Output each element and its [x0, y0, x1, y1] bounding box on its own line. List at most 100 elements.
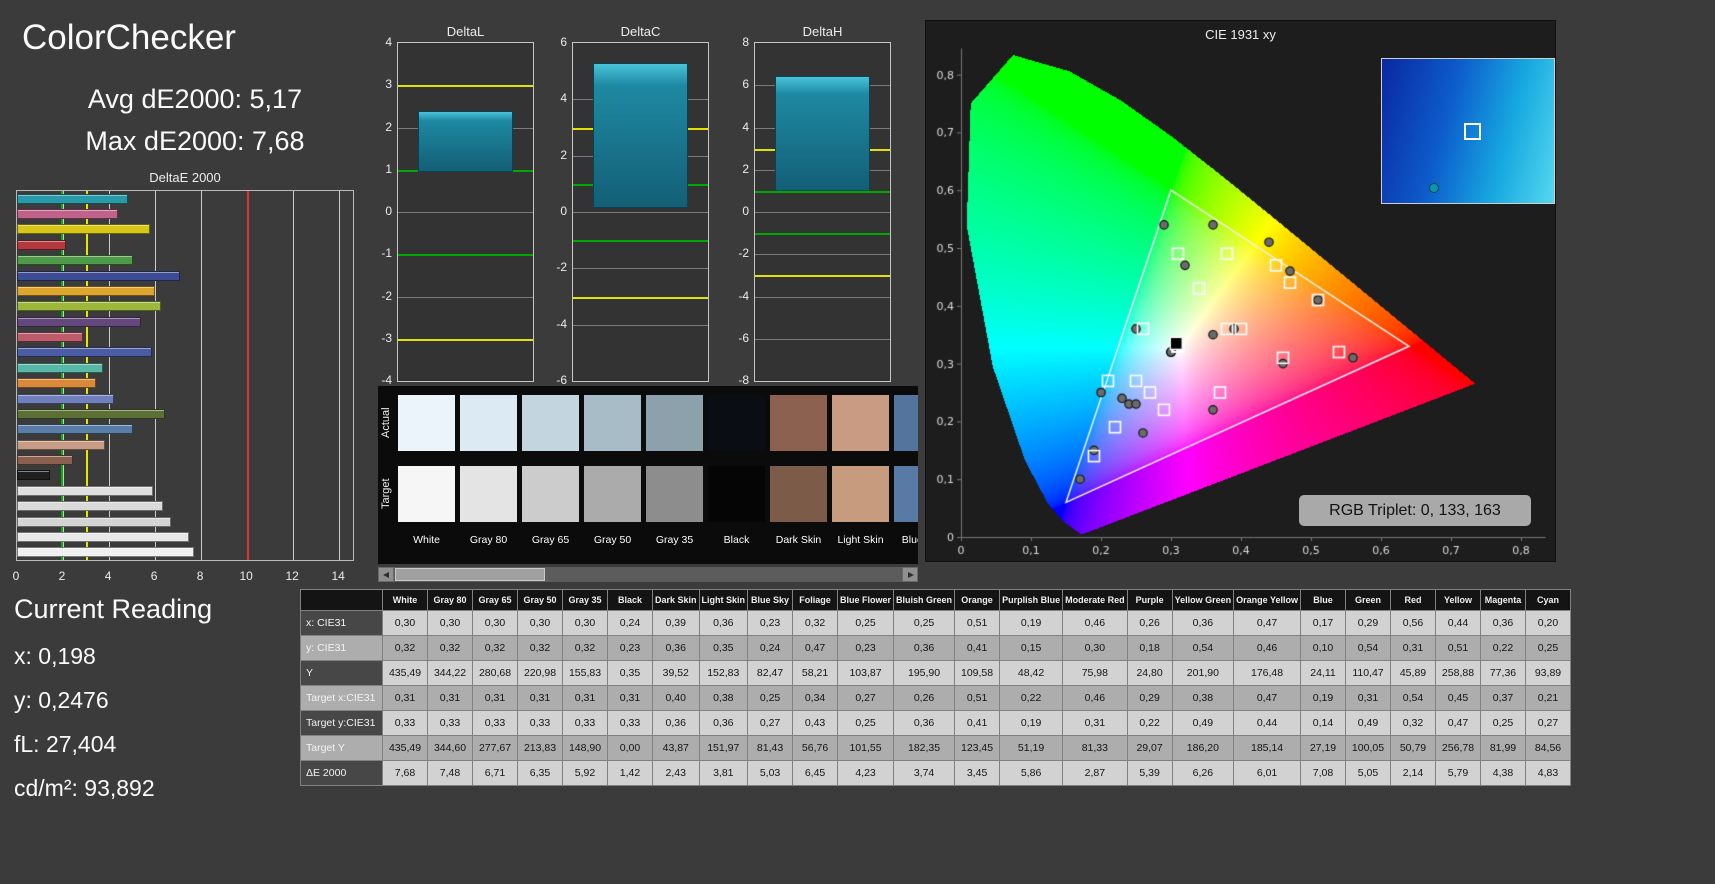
table-cell: 0,25: [1479, 710, 1526, 736]
table-cell: 277,67: [472, 735, 518, 761]
cie-panel: CIE 1931 xy RGB Triplet: 0, 133, 163: [925, 20, 1556, 562]
de-bar-blue: [17, 270, 180, 281]
swatch-actual-black: [708, 395, 765, 451]
deltae-x-axis: 0 2 4 6 8 10 12 14: [13, 567, 352, 585]
y-axis-tick-label: 2: [742, 161, 749, 176]
table-cell: 256,78: [1434, 735, 1481, 761]
swatch-column-label: Gray 80: [469, 534, 508, 546]
chart-title: DeltaE 2000: [149, 170, 221, 185]
reference-line: [755, 190, 890, 193]
column-header-purple: Purple: [1126, 589, 1173, 611]
table-cell: 151,97: [698, 735, 749, 761]
table-cell: 3,81: [698, 760, 749, 786]
row-label: y: CIE31: [300, 635, 383, 661]
y-axis-tick-label: -3: [381, 330, 392, 345]
scroll-right-button[interactable]: [902, 567, 918, 582]
chart-title: DeltaL: [446, 24, 485, 39]
de-bar-green: [17, 255, 134, 266]
table-cell: 56,76: [792, 735, 839, 761]
table-cell: 0,54: [1171, 635, 1235, 661]
table-cell: 39,52: [652, 660, 700, 686]
chart-title: DeltaC: [620, 24, 661, 39]
measured-marker-icon: [1429, 183, 1439, 193]
y-axis-tick-label: 2: [385, 119, 392, 134]
y-axis-tick-label: 8: [742, 35, 749, 49]
column-header-yellow: Yellow: [1434, 589, 1481, 611]
x-axis-tick-label: 2: [58, 569, 66, 583]
table-cell: 24,80: [1126, 660, 1173, 686]
table-cell: 280,68: [472, 660, 518, 686]
delta-range-bar: [593, 62, 688, 208]
column-header-light-skin: Light Skin: [698, 589, 749, 611]
row-label: ΔE 2000: [300, 760, 383, 786]
table-cell: 0,25: [837, 710, 895, 736]
x-axis-tick-label: 6: [150, 569, 158, 583]
gridline: [573, 268, 708, 270]
table-cell: 6,35: [517, 760, 563, 786]
table-row: Target y:CIE31 0,33 0,33 0,33 0,33 0,33 0,33 0,…: [300, 710, 1571, 736]
table-cell: 0,30: [517, 610, 563, 636]
swatch-target-blue-sky: [894, 466, 918, 522]
de-bar-magenta: [17, 209, 118, 220]
table-cell: 5,03: [747, 760, 794, 786]
table-cell: 0,44: [1233, 710, 1301, 736]
scrollbar-thumb[interactable]: [395, 568, 545, 581]
y-axis-tick-label: 0: [742, 204, 749, 218]
table-cell: 6,01: [1233, 760, 1301, 786]
y-axis-tick-label: -4: [556, 316, 567, 331]
table-cell: 103,87: [837, 660, 895, 686]
table-cell: 201,90: [1171, 660, 1235, 686]
de-bar-bluish-green: [17, 362, 104, 373]
table-cell: 0,32: [382, 635, 428, 661]
swatch-column-label: Gray 35: [655, 534, 694, 546]
table-cell: 0,23: [837, 635, 895, 661]
table-cell: 0,22: [1479, 635, 1526, 661]
swatch-actual-light-skin: [832, 395, 889, 451]
reference-line: [398, 338, 533, 341]
table-cell: 84,56: [1524, 735, 1571, 761]
table-cell: 77,36: [1479, 660, 1526, 686]
table-cell: 0,17: [1299, 610, 1346, 636]
y-axis-tick-label: 4: [742, 119, 749, 134]
table-cell: 0,19: [999, 710, 1064, 736]
table-cell: 0,47: [792, 635, 839, 661]
left-arrow-icon: [383, 572, 389, 578]
table-cell: 0,51: [954, 685, 1001, 711]
table-cell: 0,36: [1479, 610, 1526, 636]
table-cell: 0,38: [698, 685, 749, 711]
table-cell: 0,18: [1126, 635, 1173, 661]
table-cell: 0,25: [1524, 635, 1571, 661]
table-cell: 4,38: [1479, 760, 1526, 786]
y-axis: 6 4 2 0 -2 -4 -6: [550, 24, 569, 389]
table-cell: 0,32: [562, 635, 608, 661]
column-header-gray-35: Gray 35: [562, 589, 608, 611]
table-cell: 0,25: [893, 610, 956, 636]
target-marker-icon: [1464, 123, 1481, 140]
table-cell: 0,26: [893, 685, 956, 711]
table-cell: 0,45: [1434, 685, 1481, 711]
table-cell: 0,54: [1389, 685, 1436, 711]
y-axis-tick-label: -2: [556, 260, 567, 275]
table-cell: 58,21: [792, 660, 839, 686]
table-cell: 48,42: [999, 660, 1064, 686]
swatch-scrollbar[interactable]: [378, 567, 918, 582]
y-axis-tick-label: -4: [738, 288, 749, 303]
swatch-panel: Actual Target White Gray 80 Gray 65 Gray 50…: [378, 386, 918, 564]
table-cell: 109,58: [954, 660, 1001, 686]
table-cell: 0,33: [427, 710, 473, 736]
y-axis-tick-label: -6: [556, 373, 567, 387]
table-cell: 0,33: [472, 710, 518, 736]
table-cell: 0,20: [1524, 610, 1571, 636]
column-header-green: Green: [1344, 589, 1391, 611]
column-header-cyan: Cyan: [1524, 589, 1571, 611]
table-cell: 0,29: [1344, 610, 1391, 636]
table-cell: 0,31: [1389, 635, 1436, 661]
reference-line: [755, 275, 890, 278]
table-cell: 6,26: [1171, 760, 1235, 786]
table-cell: 0,21: [1524, 685, 1571, 711]
table-cell: 0,25: [837, 610, 895, 636]
table-cell: 155,83: [562, 660, 608, 686]
scroll-left-button[interactable]: [378, 567, 394, 582]
de-bar-orange-yellow: [17, 285, 156, 296]
table-row: Target Y 435,49 344,60 277,67 213,83 148,90 0,…: [300, 735, 1571, 761]
